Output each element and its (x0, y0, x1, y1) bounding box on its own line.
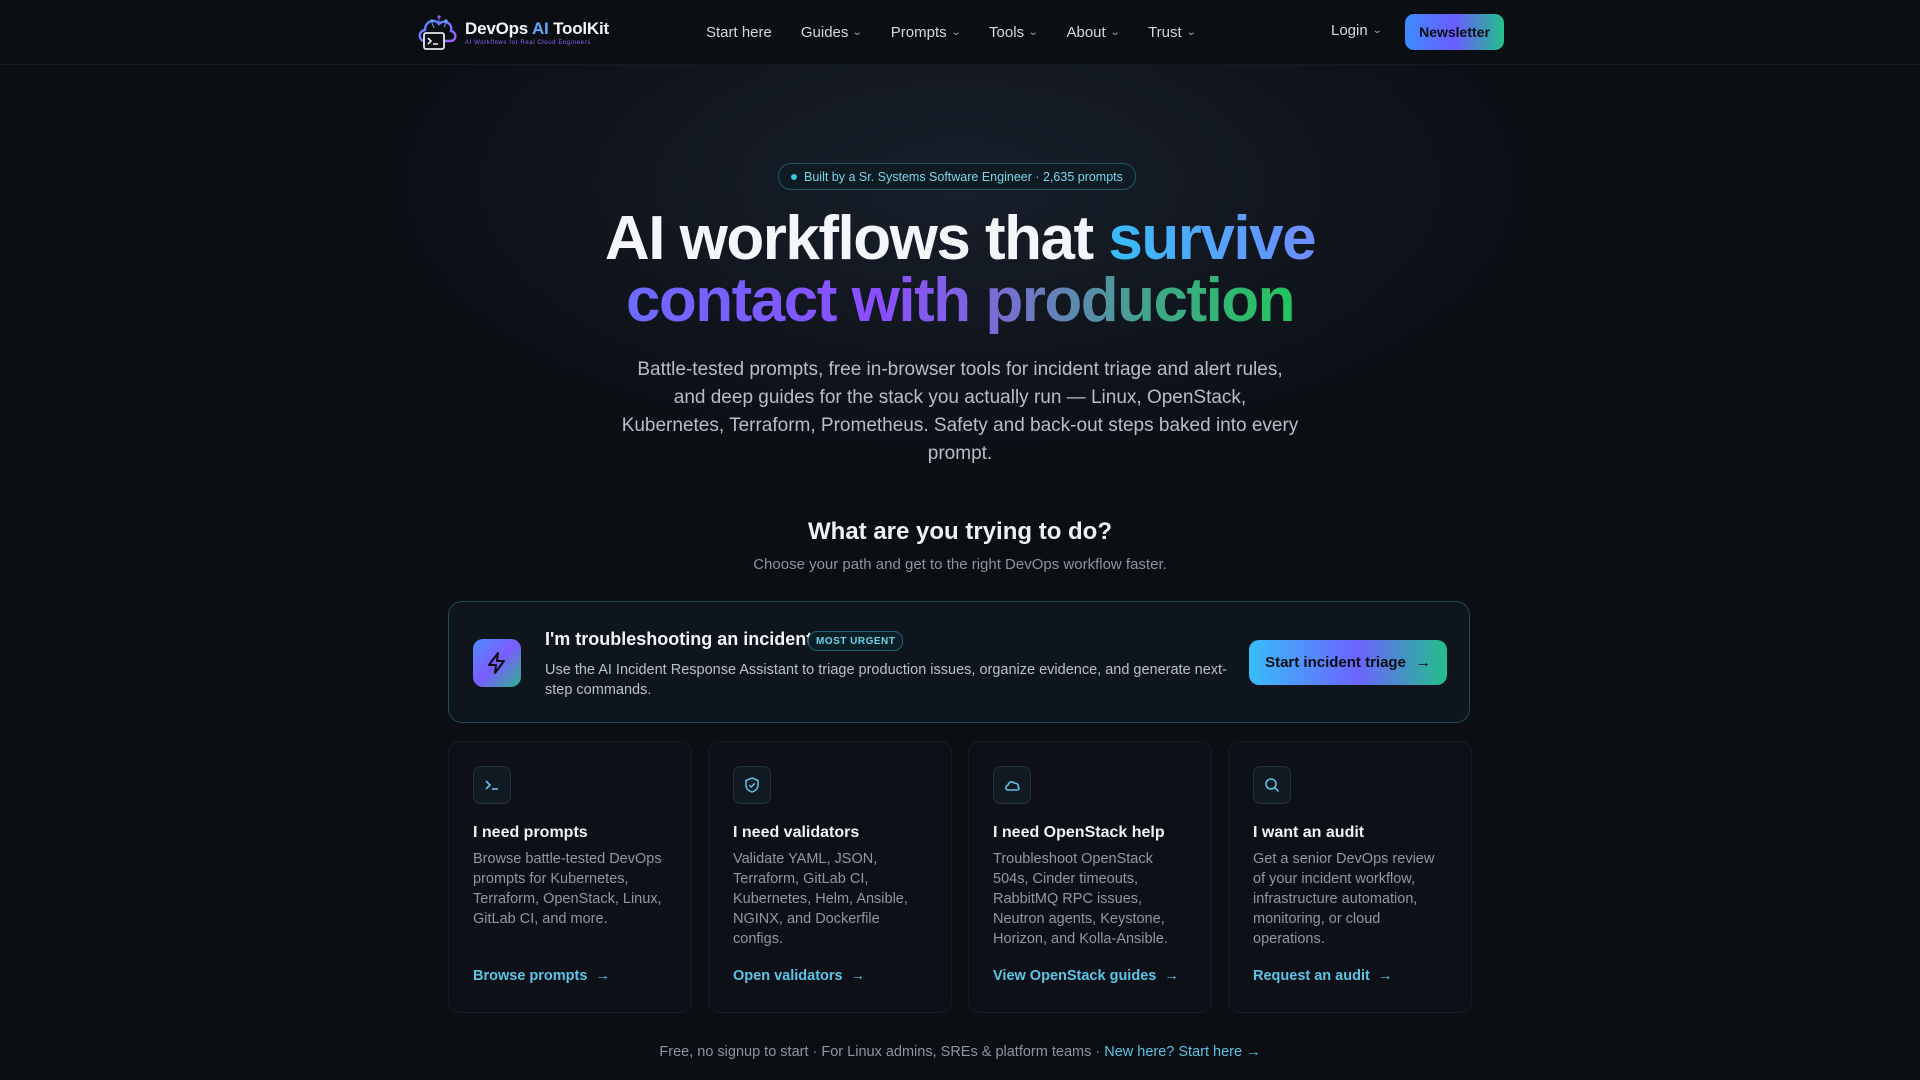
logo-title-suffix: ToolKit (548, 18, 609, 38)
logo-title-prefix: DevOps (465, 18, 532, 38)
card-audit[interactable]: I want an audit Get a senior DevOps revi… (1228, 741, 1472, 1013)
logo-title: DevOps AI ToolKit (465, 19, 609, 39)
view-openstack-guides-label: View OpenStack guides (993, 968, 1157, 984)
chevron-down-icon: ⌄ (852, 26, 864, 38)
login-dropdown[interactable]: Login ⌄ (1331, 22, 1383, 39)
main-menu: Start here Guides ⌄ Prompts ⌄ Tools ⌄ About… (706, 0, 1224, 64)
start-here-link[interactable]: New here? Start here → (1104, 1044, 1260, 1060)
card-description: Browse battle-tested DevOps prompts for … (473, 851, 662, 927)
nav-start-here-label: Start here (706, 23, 772, 41)
card-title: I want an audit (1253, 824, 1365, 841)
logo-subtitle: AI Workflows for Real Cloud Engineers (465, 39, 591, 46)
nav-trust-label: Trust (1148, 23, 1182, 41)
start-incident-triage-button[interactable]: Start incident triage → (1249, 640, 1447, 685)
paths-subtitle: Choose your path and get to the right De… (753, 556, 1167, 573)
start-incident-triage-label: Start incident triage (1265, 654, 1406, 671)
most-urgent-badge: MOST URGENT (808, 631, 904, 651)
card-title: I need validators (733, 824, 860, 841)
shield-check-icon (733, 766, 771, 804)
nav-guides-dropdown[interactable]: Guides ⌄ (800, 23, 864, 41)
nav-prompts-dropdown[interactable]: Prompts ⌄ (890, 23, 962, 41)
lightning-icon (473, 639, 521, 687)
nav-about-label: About (1066, 23, 1106, 41)
paths-title: What are you trying to do? (808, 518, 1112, 545)
nav-about-dropdown[interactable]: About ⌄ (1066, 23, 1121, 41)
nav-start-here[interactable]: Start here (706, 24, 772, 41)
card-title: I need OpenStack help (993, 824, 1165, 841)
card-description: Validate YAML, JSON, Terraform, GitLab C… (733, 851, 908, 947)
arrow-right-icon: → (1377, 968, 1393, 984)
login-label: Login (1331, 22, 1368, 39)
incident-description: Use the AI Incident Response Assistant t… (545, 662, 1227, 698)
hero-title-part2: survive (1108, 204, 1316, 273)
search-icon (1253, 766, 1291, 804)
newsletter-button[interactable]: Newsletter (1405, 14, 1504, 50)
hero-footnote: Free, no signup to start · For Linux adm… (0, 1044, 1920, 1060)
incident-card[interactable]: I'm troubleshooting an incident MOST URG… (448, 601, 1470, 723)
arrow-right-icon: → (850, 968, 866, 984)
hero-badge-text: Built by a Sr. Systems Software Engineer… (804, 169, 1123, 184)
top-navigation: DevOps AI ToolKit AI Workflows for Real … (0, 0, 1920, 65)
hero-description: Battle-tested prompts, free in-browser t… (621, 359, 1299, 464)
chevron-down-icon: ⌄ (1027, 26, 1039, 38)
nav-tools-dropdown[interactable]: Tools ⌄ (989, 23, 1039, 41)
logo-text: DevOps AI ToolKit AI Workflows for Real … (465, 19, 609, 46)
request-audit-label: Request an audit (1253, 968, 1370, 984)
card-description: Get a senior DevOps review of your incid… (1253, 851, 1435, 947)
card-openstack[interactable]: I need OpenStack help Troubleshoot OpenS… (968, 741, 1212, 1013)
browse-prompts-link[interactable]: Browse prompts → (473, 968, 610, 984)
hero-badge: Built by a Sr. Systems Software Engineer… (778, 163, 1136, 190)
cloud-terminal-logo-icon (418, 15, 457, 50)
nav-guides-label: Guides (800, 23, 849, 41)
open-validators-link[interactable]: Open validators → (733, 968, 865, 984)
nav-tools-label: Tools (989, 23, 1025, 41)
nav-trust-dropdown[interactable]: Trust ⌄ (1148, 23, 1197, 41)
hero-title-part1: AI workflows that (604, 204, 1109, 273)
terminal-icon (473, 766, 511, 804)
chevron-down-icon: ⌄ (1371, 25, 1383, 36)
card-title: I need prompts (473, 824, 588, 841)
logo-title-ai: AI (531, 18, 549, 38)
site-logo[interactable]: DevOps AI ToolKit AI Workflows for Real … (415, 11, 609, 53)
chevron-down-icon: ⌄ (950, 26, 962, 38)
cloud-icon (993, 766, 1031, 804)
card-description: Troubleshoot OpenStack 504s, Cinder time… (993, 851, 1168, 947)
chevron-down-icon: ⌄ (1185, 26, 1197, 38)
card-prompts[interactable]: I need prompts Browse battle-tested DevO… (448, 741, 692, 1013)
arrow-right-icon: → (595, 968, 610, 984)
arrow-right-icon: → (1164, 968, 1179, 984)
open-validators-label: Open validators (733, 968, 843, 984)
card-validators[interactable]: I need validators Validate YAML, JSON, T… (708, 741, 952, 1013)
request-audit-link[interactable]: Request an audit → (1253, 968, 1392, 984)
hero-title-part3: contact with production (625, 266, 1296, 335)
status-dot-icon (791, 173, 797, 180)
footnote-text: Free, no signup to start · For Linux adm… (659, 1044, 1105, 1060)
incident-title: I'm troubleshooting an incident (545, 629, 813, 649)
view-openstack-guides-link[interactable]: View OpenStack guides → (993, 968, 1179, 984)
nav-prompts-label: Prompts (890, 23, 947, 41)
chevron-down-icon: ⌄ (1109, 26, 1121, 38)
browse-prompts-label: Browse prompts (473, 968, 588, 984)
arrow-right-icon: → (1415, 654, 1431, 671)
path-cards: I need prompts Browse battle-tested DevO… (448, 741, 1472, 1013)
hero-title: AI workflows that survive contact with p… (0, 208, 1920, 332)
